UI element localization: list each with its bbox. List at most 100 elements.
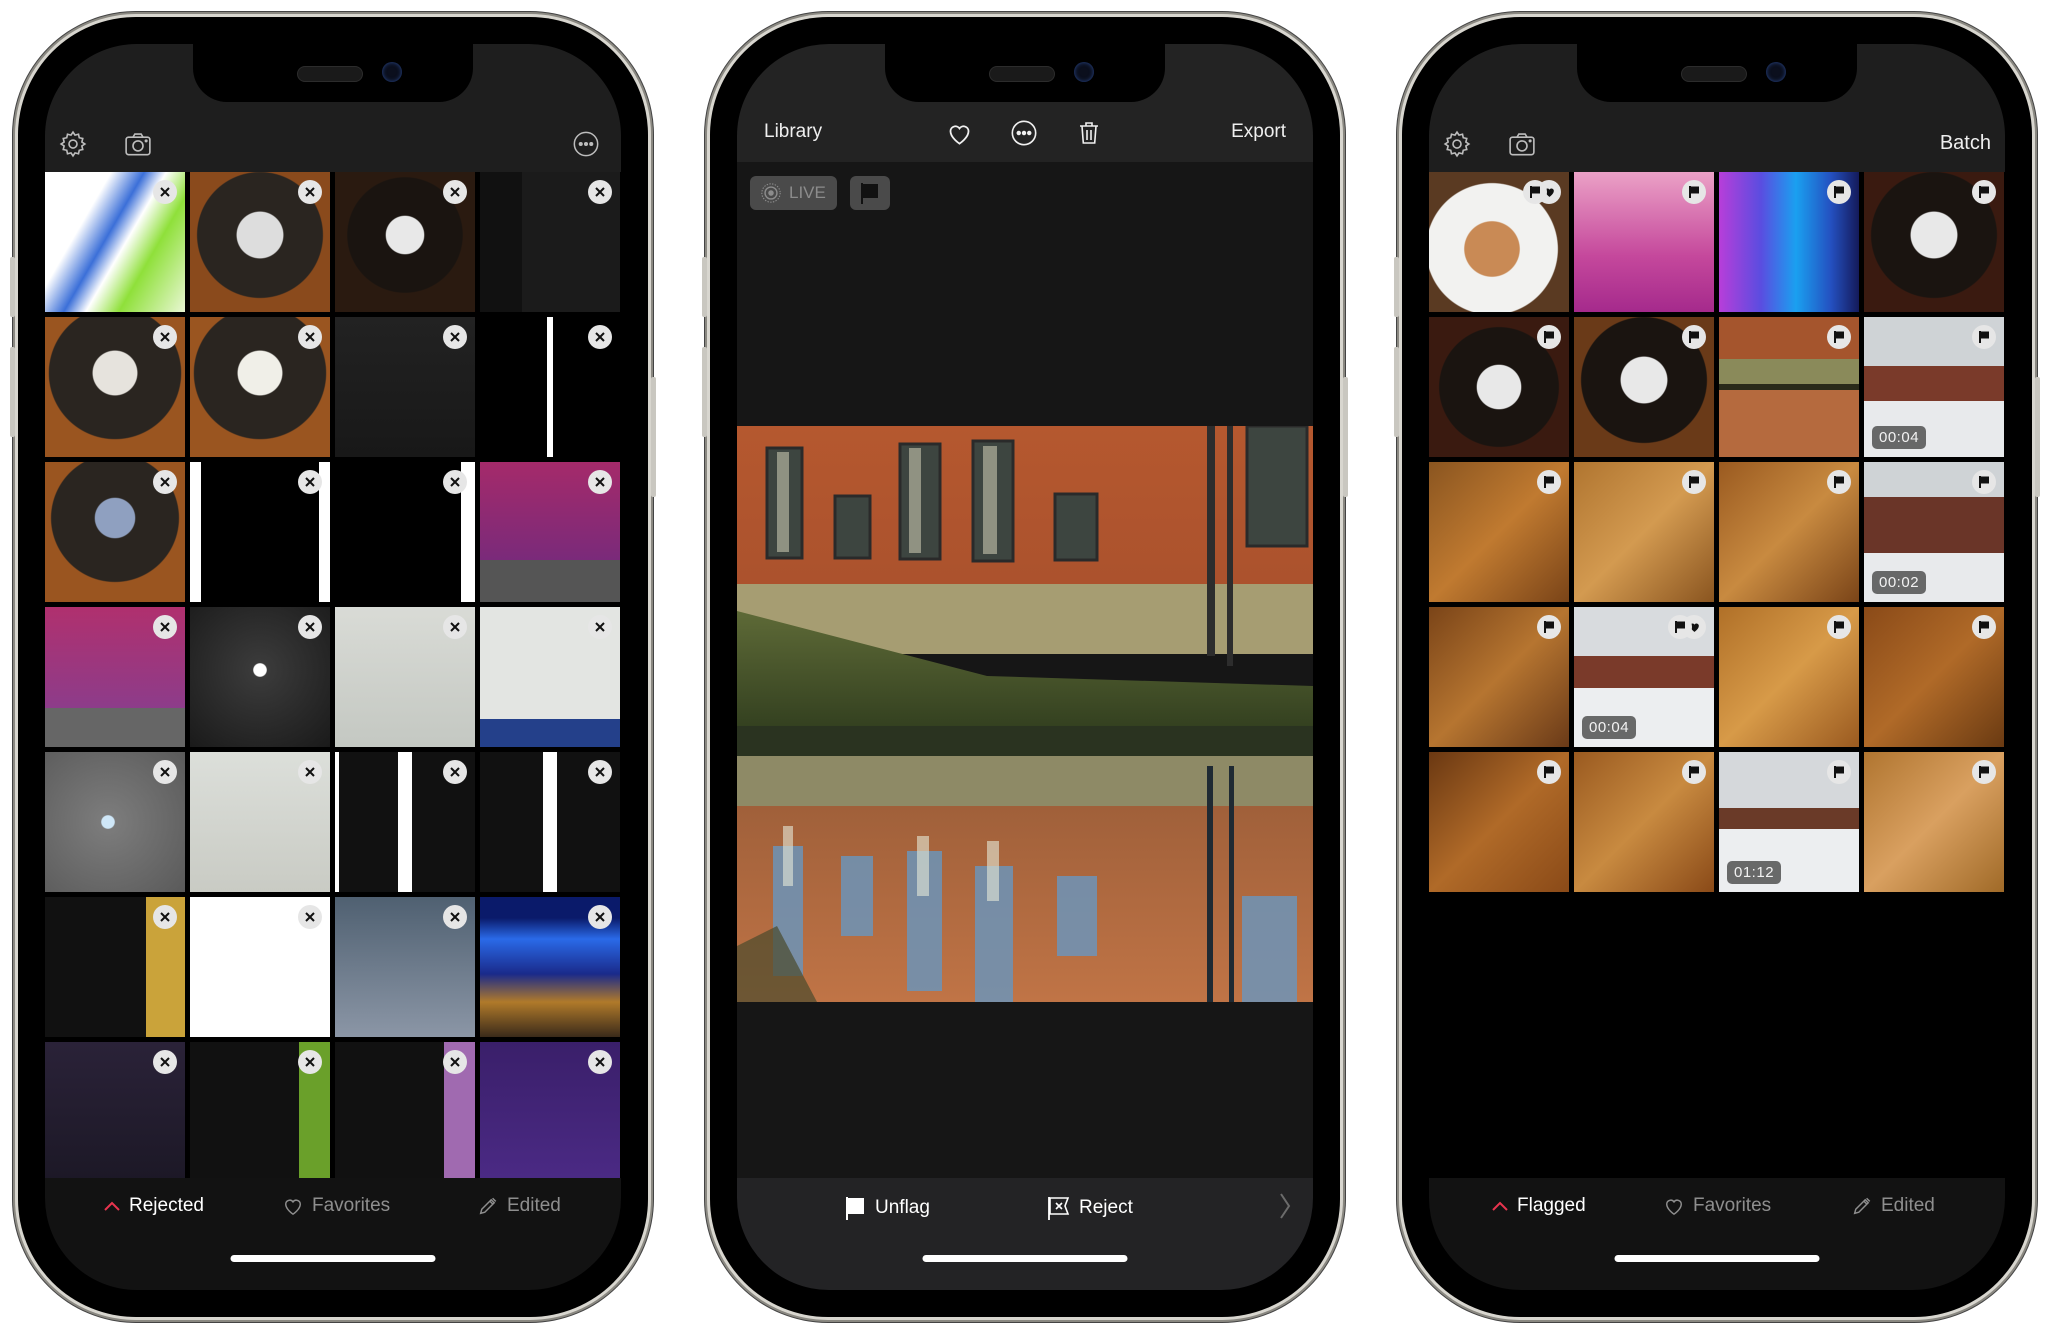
x-reject-icon[interactable]: [588, 905, 612, 929]
x-reject-icon[interactable]: [443, 905, 467, 929]
x-reject-icon[interactable]: [443, 760, 467, 784]
ellipsis-circle-icon[interactable]: [570, 128, 602, 160]
photo-thumbnail[interactable]: 00:02: [1864, 462, 2004, 602]
photo-thumbnail[interactable]: 01:12: [1719, 752, 1859, 892]
photo-thumbnail[interactable]: [45, 752, 185, 892]
x-reject-icon[interactable]: [298, 905, 322, 929]
photo-thumbnail[interactable]: [480, 1042, 620, 1182]
photo-thumbnail[interactable]: [1574, 752, 1714, 892]
x-reject-icon[interactable]: [153, 760, 177, 784]
tab-flagged[interactable]: Flagged: [1491, 1195, 1586, 1217]
photo-thumbnail[interactable]: [45, 317, 185, 457]
photo-thumbnail[interactable]: [1429, 172, 1569, 312]
photo-thumbnail[interactable]: [335, 462, 475, 602]
photo-thumbnail[interactable]: [190, 172, 330, 312]
photo-thumbnail[interactable]: [1429, 317, 1569, 457]
photo-thumbnail[interactable]: [335, 752, 475, 892]
photo-thumbnail[interactable]: [190, 607, 330, 747]
x-reject-icon[interactable]: [443, 325, 467, 349]
gear-icon[interactable]: [1441, 128, 1473, 160]
x-reject-icon[interactable]: [588, 325, 612, 349]
photo-thumbnail[interactable]: [1429, 607, 1569, 747]
tab-favorites[interactable]: Favorites: [1663, 1195, 1771, 1217]
photo-thumbnail[interactable]: [480, 752, 620, 892]
tab-edited[interactable]: Edited: [477, 1195, 561, 1217]
x-reject-icon[interactable]: [153, 470, 177, 494]
home-indicator[interactable]: [230, 1255, 436, 1262]
photo-thumbnail[interactable]: [1574, 462, 1714, 602]
photo-thumbnail[interactable]: [335, 607, 475, 747]
x-reject-icon[interactable]: [153, 615, 177, 639]
batch-button[interactable]: Batch: [1940, 132, 1991, 155]
photo-thumbnail[interactable]: [45, 462, 185, 602]
tab-edited[interactable]: Edited: [1851, 1195, 1935, 1217]
x-reject-icon[interactable]: [153, 325, 177, 349]
photo-thumbnail[interactable]: [190, 317, 330, 457]
x-reject-icon[interactable]: [298, 180, 322, 204]
live-photo-chip[interactable]: LIVE: [750, 176, 837, 210]
x-reject-icon[interactable]: [588, 1050, 612, 1074]
photo-thumbnail[interactable]: [335, 897, 475, 1037]
flag-status-chip[interactable]: [850, 176, 890, 210]
unflag-button[interactable]: Unflag: [845, 1195, 930, 1221]
photo-thumbnail[interactable]: 00:04: [1574, 607, 1714, 747]
photo-thumbnail[interactable]: 00:04: [1864, 317, 2004, 457]
export-button[interactable]: Export: [1231, 121, 1286, 143]
x-reject-icon[interactable]: [588, 760, 612, 784]
home-indicator[interactable]: [922, 1255, 1128, 1262]
x-reject-icon[interactable]: [153, 1050, 177, 1074]
photo-thumbnail[interactable]: [1864, 752, 2004, 892]
photo-thumbnail[interactable]: [1719, 172, 1859, 312]
photo-thumbnail[interactable]: [1864, 172, 2004, 312]
photo-thumbnail[interactable]: [190, 897, 330, 1037]
tab-favorites[interactable]: Favorites: [282, 1195, 390, 1217]
photo-thumbnail[interactable]: [1574, 172, 1714, 312]
photo-thumbnail[interactable]: [1719, 607, 1859, 747]
photo-thumbnail[interactable]: [480, 607, 620, 747]
photo-thumbnail[interactable]: [1429, 462, 1569, 602]
photo-thumbnail[interactable]: [480, 317, 620, 457]
photo-thumbnail[interactable]: [1719, 462, 1859, 602]
home-indicator[interactable]: [1614, 1255, 1820, 1262]
x-reject-icon[interactable]: [153, 180, 177, 204]
photo-thumbnail[interactable]: [1864, 607, 2004, 747]
x-reject-icon[interactable]: [443, 180, 467, 204]
photo-thumbnail[interactable]: [190, 462, 330, 602]
x-reject-icon[interactable]: [443, 615, 467, 639]
photo-thumbnail[interactable]: [1719, 317, 1859, 457]
x-reject-icon[interactable]: [443, 1050, 467, 1074]
camera-icon[interactable]: [122, 128, 154, 160]
x-reject-icon[interactable]: [153, 905, 177, 929]
photo-thumbnail[interactable]: [335, 317, 475, 457]
heart-icon[interactable]: [944, 118, 974, 148]
trash-icon[interactable]: [1074, 118, 1104, 148]
photo-thumbnail[interactable]: [190, 1042, 330, 1182]
photo-thumbnail[interactable]: [335, 1042, 475, 1182]
photo-thumbnail[interactable]: [335, 172, 475, 312]
photo-thumbnail[interactable]: [45, 172, 185, 312]
photo-thumbnail[interactable]: [1429, 752, 1569, 892]
photo-thumbnail[interactable]: [480, 462, 620, 602]
x-reject-icon[interactable]: [588, 470, 612, 494]
x-reject-icon[interactable]: [588, 615, 612, 639]
photo-thumbnail[interactable]: [480, 172, 620, 312]
x-reject-icon[interactable]: [588, 180, 612, 204]
x-reject-icon[interactable]: [298, 470, 322, 494]
photo-thumbnail[interactable]: [190, 752, 330, 892]
x-reject-icon[interactable]: [298, 1050, 322, 1074]
photo-thumbnail[interactable]: [45, 607, 185, 747]
ellipsis-circle-icon[interactable]: [1009, 118, 1039, 148]
chevron-right-icon[interactable]: [1279, 1192, 1291, 1220]
camera-icon[interactable]: [1506, 128, 1538, 160]
tab-rejected[interactable]: Rejected: [103, 1195, 204, 1217]
photo-thumbnail[interactable]: [480, 897, 620, 1037]
reject-button[interactable]: Reject: [1047, 1195, 1133, 1221]
x-reject-icon[interactable]: [298, 760, 322, 784]
gear-icon[interactable]: [57, 128, 89, 160]
photo-thumbnail[interactable]: [45, 897, 185, 1037]
x-reject-icon[interactable]: [443, 470, 467, 494]
library-back-button[interactable]: Library: [764, 121, 822, 143]
photo-thumbnail[interactable]: [45, 1042, 185, 1182]
x-reject-icon[interactable]: [298, 615, 322, 639]
photo-canal-building[interactable]: [737, 426, 1313, 1002]
